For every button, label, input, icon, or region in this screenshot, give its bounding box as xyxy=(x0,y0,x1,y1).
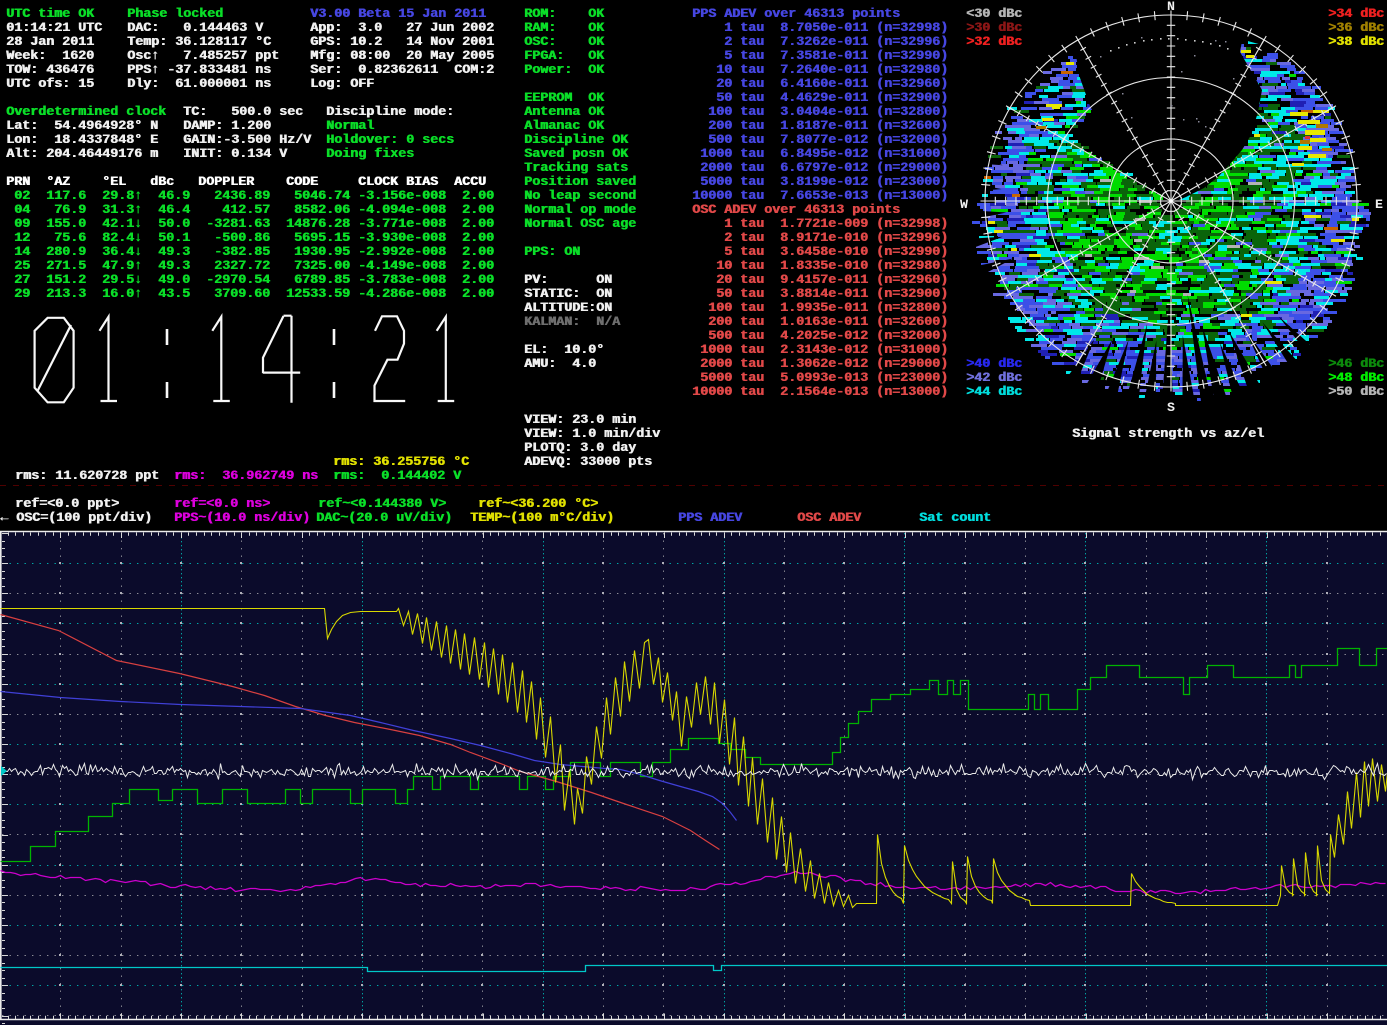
svg-text:E: E xyxy=(1375,197,1383,212)
svg-text:W: W xyxy=(960,197,968,212)
svg-text:N: N xyxy=(1167,0,1175,14)
svg-text:S: S xyxy=(1167,400,1175,415)
